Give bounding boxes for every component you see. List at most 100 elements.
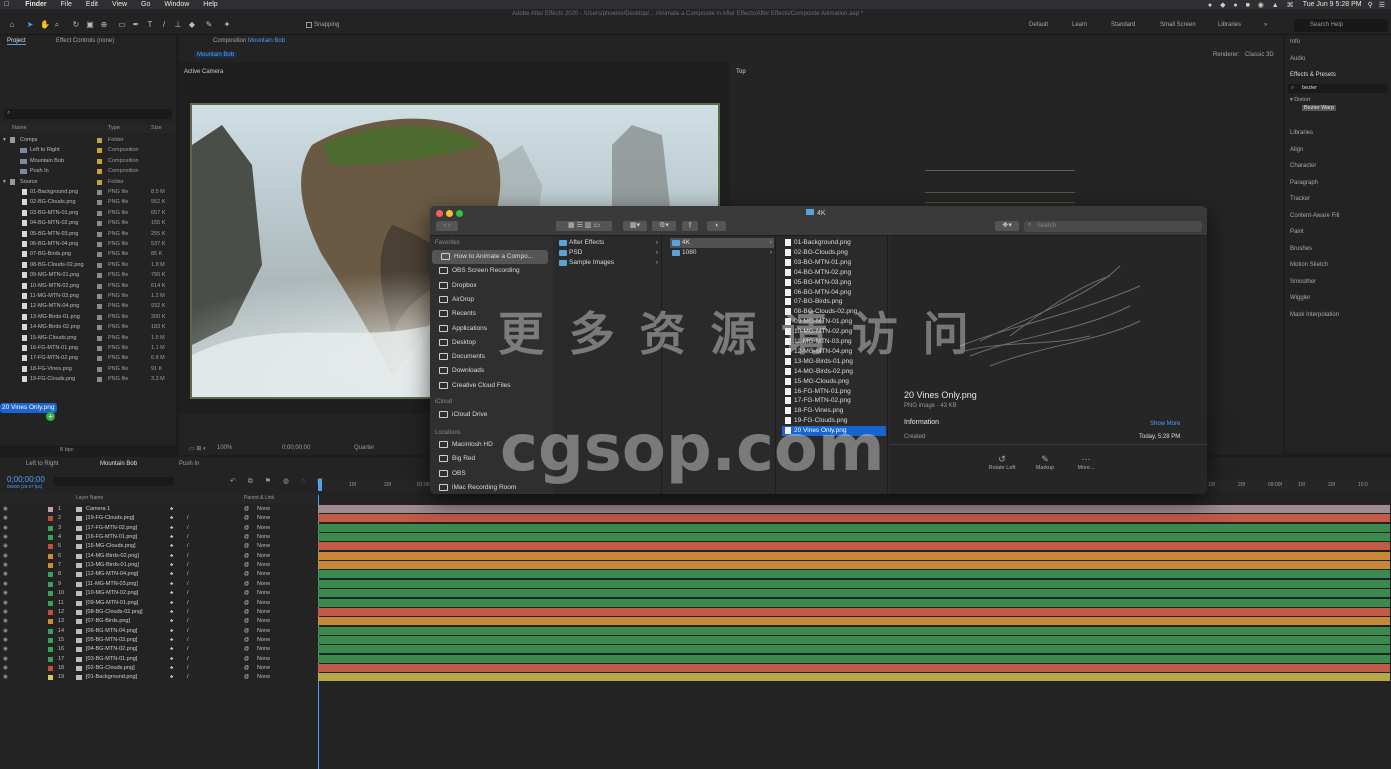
brush-tool-icon[interactable]: / [160,21,168,29]
shy-switch-icon[interactable]: ♣ [170,636,173,645]
visibility-eye-icon[interactable]: ◉ [3,608,8,617]
layer-label-color[interactable] [48,637,53,643]
label-swatch[interactable] [97,325,102,331]
workspace-overflow-icon[interactable]: » [1264,22,1267,28]
parent-pickwhip-icon[interactable]: @ [244,608,249,617]
project-item[interactable]: 05-BG-MTN-03.png PNG file 255 K [0,229,176,239]
shy-switch-icon[interactable]: ♣ [170,617,173,626]
quality-switch-icon[interactable]: / [187,599,189,608]
visibility-eye-icon[interactable]: ◉ [3,552,8,561]
folder-list-item[interactable]: Sample Images › [557,258,660,268]
workspace-learn[interactable]: Learn [1072,22,1087,28]
menubar-clock[interactable]: Tue Jun 9 5:28 PM [1303,1,1362,8]
quality-switch-icon[interactable]: / [187,514,189,523]
quality-switch-icon[interactable]: / [187,627,189,636]
quality-switch-icon[interactable]: / [187,570,189,579]
layer-label-color[interactable] [48,535,53,541]
workspace-libraries[interactable]: Libraries [1218,22,1241,28]
timeline-tab-mountain-bob[interactable]: Mountain Bob [100,461,137,467]
project-item[interactable]: 15-MG-Clouds.png PNG file 1.5 M [0,333,176,343]
parent-pickwhip-icon[interactable]: @ [244,561,249,570]
parent-pickwhip-icon[interactable]: @ [244,673,249,682]
panel-character[interactable]: Character [1290,163,1316,169]
layer-duration-bar[interactable] [318,561,1390,570]
effect-bezier-warp[interactable]: Bezier Warp [1302,105,1337,111]
parent-select[interactable]: None [257,580,270,589]
layer-label-color[interactable] [48,665,53,671]
project-item[interactable]: 16-FG-MTN-01.png PNG file 1.1 M [0,343,176,353]
timeline-layer-row[interactable]: ◉ 8 [12-MG-MTN-04.png] ♣ / @ None [0,570,318,579]
project-item[interactable]: ▾ Comps Folder [0,135,176,145]
panel-libraries[interactable]: Libraries [1290,130,1313,136]
file-list-item[interactable]: 16-FG-MTN-01.png [782,387,886,397]
layer-label-color[interactable] [48,572,53,578]
apple-icon[interactable]:  [4,1,9,8]
project-item[interactable]: 06-BG-MTN-04.png PNG file 537 K [0,239,176,249]
timeline-layer-row[interactable]: ◉ 1 Camera 1 ♣ @ None [0,505,318,514]
camera-tool-icon[interactable]: ▣ [86,21,94,29]
menu-app-finder[interactable]: Finder [25,1,46,8]
tab-composition[interactable]: Composition Mountain Bob [213,38,285,44]
parent-select[interactable]: None [257,589,270,598]
visibility-eye-icon[interactable]: ◉ [3,505,8,514]
label-swatch[interactable] [97,169,102,175]
parent-select[interactable]: None [257,608,270,617]
panel-motion-sketch[interactable]: Motion Sketch [1290,262,1328,268]
panel-paragraph[interactable]: Paragraph [1290,180,1318,186]
label-swatch[interactable] [97,304,102,310]
shy-switch-icon[interactable]: ♣ [170,552,173,561]
panel-mask-interpolation[interactable]: Mask Interpolation [1290,312,1339,318]
timeline-layer-row[interactable]: ◉ 16 [04-BG-MTN-02.png] ♣ / @ None [0,645,318,654]
folder-list-item[interactable]: 1080 › [670,248,774,258]
search-icon[interactable]: ⚲ [1368,1,1373,9]
layer-duration-bar[interactable] [318,635,1390,644]
panel-paint[interactable]: Paint [1290,229,1304,235]
project-item[interactable]: 04-BG-MTN-02.png PNG file 155 K [0,218,176,228]
layer-duration-bar[interactable] [318,598,1390,607]
zoom-select[interactable]: 100% [217,445,232,451]
markup-button[interactable]: ✎ Markup [1025,454,1065,471]
parent-select[interactable]: None [257,561,270,570]
project-item[interactable]: 19-FG-Clouds.png PNG file 3.3 M [0,374,176,384]
layer-duration-bar[interactable] [318,673,1390,682]
column-size[interactable]: Size [151,125,162,131]
parent-select[interactable]: None [257,542,270,551]
folder-list-item[interactable]: After Effects › [557,238,660,248]
project-item[interactable]: 07-BG-Birds.png PNG file 85 K [0,249,176,259]
project-search-input[interactable]: ⌕ [4,109,172,119]
sidebar-item-favorite[interactable]: Creative Cloud Files [430,379,550,393]
action-gear-button[interactable]: ⚙▾ [652,221,676,231]
visibility-eye-icon[interactable]: ◉ [3,542,8,551]
menu-file[interactable]: File [61,1,72,8]
visibility-eye-icon[interactable]: ◉ [3,655,8,664]
label-swatch[interactable] [97,346,102,351]
parent-select[interactable]: None [257,514,270,523]
panel-audio[interactable]: Audio [1290,56,1305,62]
menu-help[interactable]: Help [203,1,217,8]
parent-select[interactable]: None [257,664,270,673]
visibility-eye-icon[interactable]: ◉ [3,636,8,645]
file-list-item[interactable]: 14-MG-Birds-02.png [782,367,886,377]
parent-pickwhip-icon[interactable]: @ [244,505,249,514]
shy-switch-icon[interactable]: ♣ [170,533,173,542]
label-swatch[interactable] [97,252,102,258]
label-swatch[interactable] [97,356,102,362]
parent-pickwhip-icon[interactable]: @ [244,655,249,664]
parent-select[interactable]: None [257,645,270,654]
project-item[interactable]: Push In Composition [0,166,176,176]
workspace-small-screen[interactable]: Small Screen [1160,22,1196,28]
project-item[interactable]: 11-MG-MTN-03.png PNG file 1.2 M [0,291,176,301]
pan-behind-tool-icon[interactable]: ⊕ [100,21,108,29]
panel-content-aware-fill[interactable]: Content-Aware Fill [1290,213,1339,219]
layer-duration-bar[interactable] [318,654,1390,663]
quality-switch-icon[interactable]: / [187,645,189,654]
project-item[interactable]: 01-Background.png PNG file 8.5 M [0,187,176,197]
parent-pickwhip-icon[interactable]: @ [244,636,249,645]
timeline-layer-row[interactable]: ◉ 17 [03-BG-MTN-01.png] ♣ / @ None [0,655,318,664]
label-swatch[interactable] [97,294,102,299]
pen-tool-icon[interactable]: ✒ [132,21,140,29]
sidebar-item-favorite[interactable]: OBS Screen Recording [430,264,550,278]
shy-switch-icon[interactable]: ♣ [170,505,173,514]
label-swatch[interactable] [97,148,102,154]
label-swatch[interactable] [97,221,102,227]
